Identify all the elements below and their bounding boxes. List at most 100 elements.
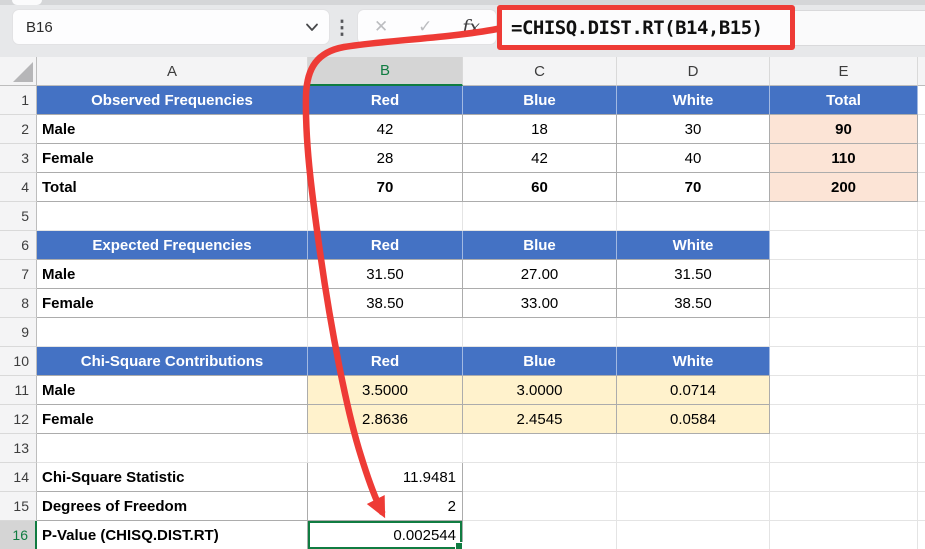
cell-B7[interactable]: 31.50 [308, 260, 463, 289]
column-header-A[interactable]: A [37, 57, 308, 86]
cell-A6[interactable]: Expected Frequencies [37, 231, 308, 260]
cell-D13[interactable] [617, 434, 770, 463]
cell-E12[interactable] [770, 405, 918, 434]
cell-C14[interactable] [463, 463, 617, 492]
cell-C5[interactable] [463, 202, 617, 231]
cell-A14[interactable]: Chi-Square Statistic [37, 463, 308, 492]
fx-icon[interactable]: fx [462, 16, 480, 38]
cell-E16[interactable] [770, 521, 918, 549]
cell-A1[interactable]: Observed Frequencies [37, 86, 308, 115]
column-header-D[interactable]: D [617, 57, 770, 86]
row-header-12[interactable]: 12 [0, 405, 37, 434]
cell-B3[interactable]: 28 [308, 144, 463, 173]
cell-D12[interactable]: 0.0584 [617, 405, 770, 434]
column-header-E[interactable]: E [770, 57, 918, 86]
cell-B10[interactable]: Red [308, 347, 463, 376]
cell-B9[interactable] [308, 318, 463, 347]
cell-B12[interactable]: 2.8636 [308, 405, 463, 434]
cell-D2[interactable]: 30 [617, 115, 770, 144]
cell-E3[interactable]: 110 [770, 144, 918, 173]
cell-A9[interactable] [37, 318, 308, 347]
cell-E4[interactable]: 200 [770, 173, 918, 202]
cell-A10[interactable]: Chi-Square Contributions [37, 347, 308, 376]
cell-C13[interactable] [463, 434, 617, 463]
cell-E15[interactable] [770, 492, 918, 521]
cell-C6[interactable]: Blue [463, 231, 617, 260]
cell-A8[interactable]: Female [37, 289, 308, 318]
cell-B16[interactable]: 0.002544 [308, 521, 463, 549]
cell-D9[interactable] [617, 318, 770, 347]
cell-B15[interactable]: 2 [308, 492, 463, 521]
cell-B13[interactable] [308, 434, 463, 463]
cell-C3[interactable]: 42 [463, 144, 617, 173]
cell-C7[interactable]: 27.00 [463, 260, 617, 289]
cell-D14[interactable] [617, 463, 770, 492]
row-header-11[interactable]: 11 [0, 376, 37, 405]
cell-D3[interactable]: 40 [617, 144, 770, 173]
cell-D5[interactable] [617, 202, 770, 231]
cell-D8[interactable]: 38.50 [617, 289, 770, 318]
cell-D4[interactable]: 70 [617, 173, 770, 202]
more-options-kebab-icon[interactable]: ⋮ [333, 8, 352, 48]
row-header-8[interactable]: 8 [0, 289, 37, 318]
enter-icon[interactable]: ✓ [418, 17, 432, 37]
cell-A12[interactable]: Female [37, 405, 308, 434]
cell-C12[interactable]: 2.4545 [463, 405, 617, 434]
cell-E7[interactable] [770, 260, 918, 289]
cell-B5[interactable] [308, 202, 463, 231]
row-header-1[interactable]: 1 [0, 86, 37, 115]
row-header-16[interactable]: 16 [0, 521, 37, 549]
row-header-2[interactable]: 2 [0, 115, 37, 144]
cell-B11[interactable]: 3.5000 [308, 376, 463, 405]
column-header-C[interactable]: C [463, 57, 617, 86]
cell-C11[interactable]: 3.0000 [463, 376, 617, 405]
cell-D11[interactable]: 0.0714 [617, 376, 770, 405]
cell-B8[interactable]: 38.50 [308, 289, 463, 318]
cell-D6[interactable]: White [617, 231, 770, 260]
cell-E8[interactable] [770, 289, 918, 318]
cell-D10[interactable]: White [617, 347, 770, 376]
cell-C4[interactable]: 60 [463, 173, 617, 202]
cell-B14[interactable]: 11.9481 [308, 463, 463, 492]
name-box[interactable]: B16 [12, 9, 330, 45]
cell-C10[interactable]: Blue [463, 347, 617, 376]
row-header-9[interactable]: 9 [0, 318, 37, 347]
row-header-6[interactable]: 6 [0, 231, 37, 260]
cancel-icon[interactable]: ✕ [374, 17, 388, 37]
cell-B1[interactable]: Red [308, 86, 463, 115]
cell-B2[interactable]: 42 [308, 115, 463, 144]
cell-A5[interactable] [37, 202, 308, 231]
cell-C1[interactable]: Blue [463, 86, 617, 115]
cell-C9[interactable] [463, 318, 617, 347]
cell-E2[interactable]: 90 [770, 115, 918, 144]
cell-E1[interactable]: Total [770, 86, 918, 115]
cell-A2[interactable]: Male [37, 115, 308, 144]
row-header-5[interactable]: 5 [0, 202, 37, 231]
cell-C8[interactable]: 33.00 [463, 289, 617, 318]
cell-A7[interactable]: Male [37, 260, 308, 289]
cell-E11[interactable] [770, 376, 918, 405]
cell-A16[interactable]: P-Value (CHISQ.DIST.RT) [37, 521, 308, 549]
row-header-15[interactable]: 15 [0, 492, 37, 521]
cell-E6[interactable] [770, 231, 918, 260]
cell-E10[interactable] [770, 347, 918, 376]
cell-A13[interactable] [37, 434, 308, 463]
cell-E9[interactable] [770, 318, 918, 347]
cell-C15[interactable] [463, 492, 617, 521]
row-header-13[interactable]: 13 [0, 434, 37, 463]
cell-D1[interactable]: White [617, 86, 770, 115]
cell-A3[interactable]: Female [37, 144, 308, 173]
cell-E13[interactable] [770, 434, 918, 463]
row-header-3[interactable]: 3 [0, 144, 37, 173]
cell-A15[interactable]: Degrees of Freedom [37, 492, 308, 521]
cell-D15[interactable] [617, 492, 770, 521]
chevron-down-icon[interactable] [305, 23, 319, 32]
row-header-14[interactable]: 14 [0, 463, 37, 492]
cell-B4[interactable]: 70 [308, 173, 463, 202]
cell-C16[interactable] [463, 521, 617, 549]
cell-E5[interactable] [770, 202, 918, 231]
column-header-B[interactable]: B [308, 57, 463, 86]
cell-E14[interactable] [770, 463, 918, 492]
row-header-4[interactable]: 4 [0, 173, 37, 202]
row-header-7[interactable]: 7 [0, 260, 37, 289]
